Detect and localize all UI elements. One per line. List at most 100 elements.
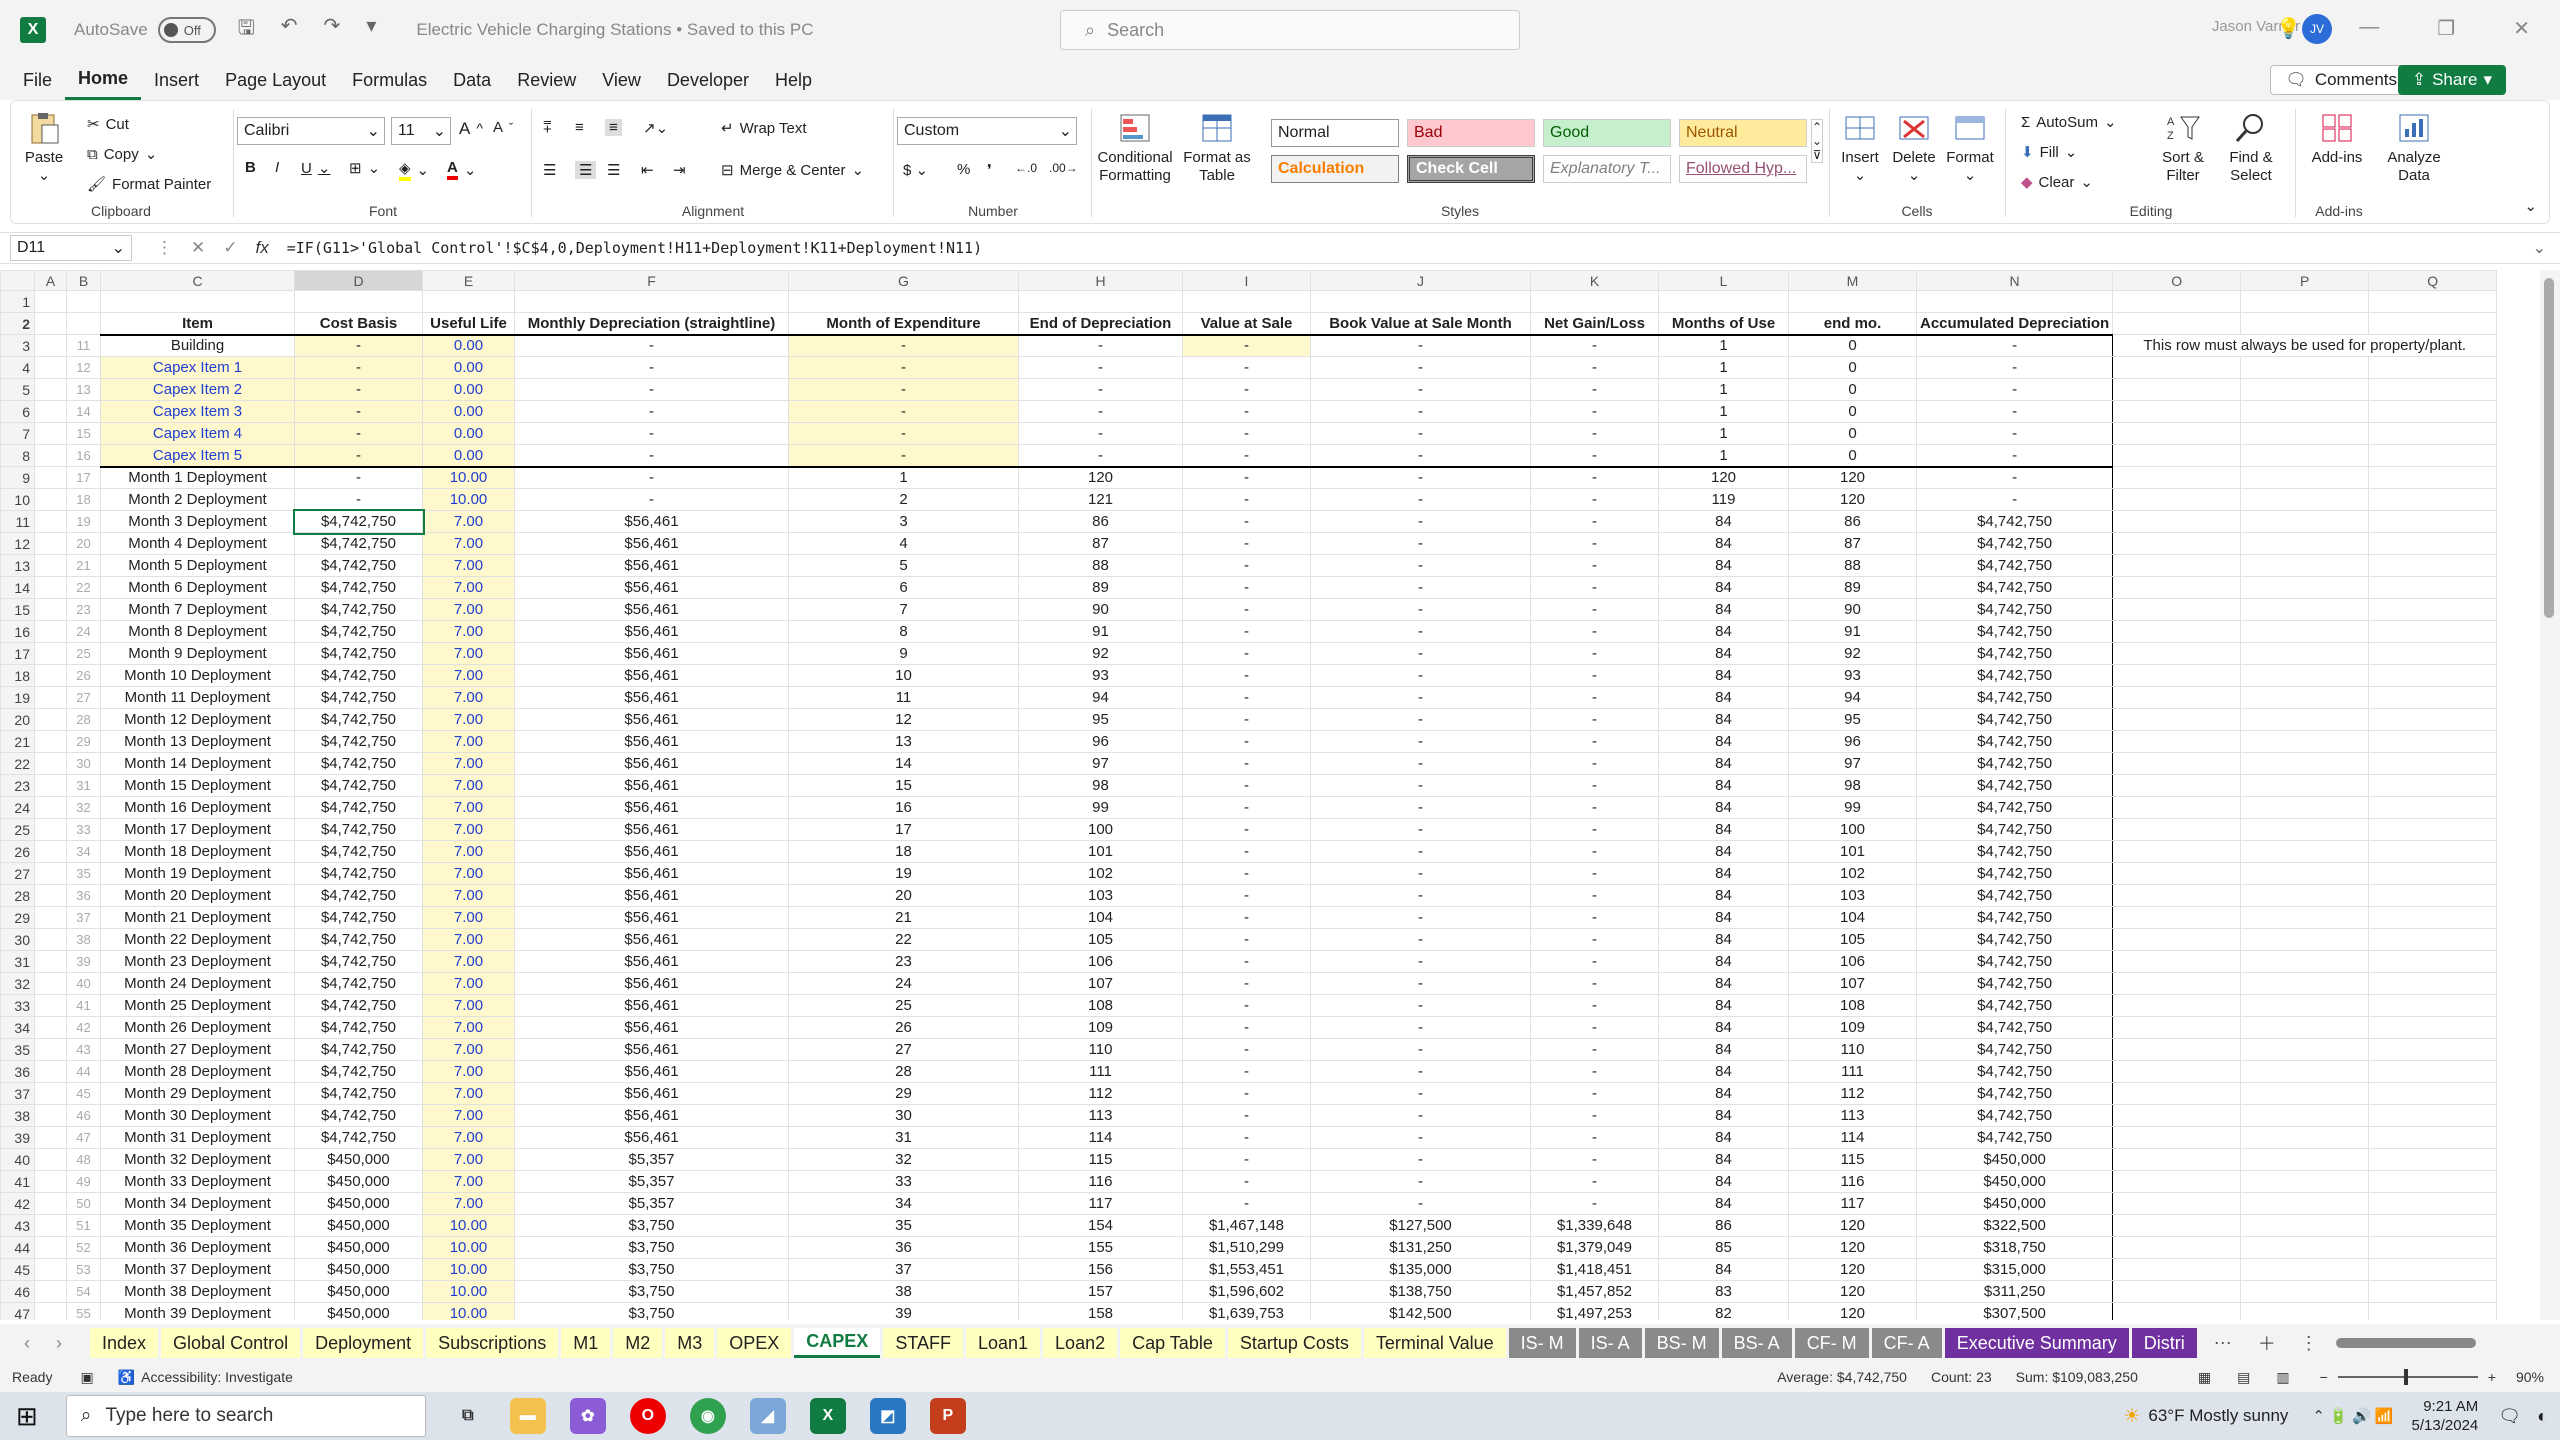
cell[interactable]: 103 <box>1018 884 1183 907</box>
zoom-in-icon[interactable]: + <box>2488 1369 2496 1385</box>
cell[interactable]: 24 <box>788 972 1019 995</box>
row-number-cell[interactable]: 29 <box>66 730 101 753</box>
cell[interactable]: 110 <box>1788 1038 1917 1061</box>
cell[interactable] <box>34 312 67 335</box>
collapse-ribbon-icon[interactable]: ⌄ <box>2524 197 2537 215</box>
cell[interactable] <box>2112 378 2242 401</box>
cell[interactable]: 101 <box>1018 840 1183 863</box>
sheet-tab[interactable]: Index <box>90 1328 159 1358</box>
cell[interactable]: Month 22 Deployment <box>100 928 295 951</box>
cell[interactable] <box>2368 1082 2498 1105</box>
cell[interactable]: 111 <box>1788 1060 1917 1083</box>
cell[interactable]: - <box>1915 488 2114 511</box>
merge-center-button[interactable]: ⊟ Merge & Center ⌄ <box>721 161 864 180</box>
cell[interactable]: $450,000 <box>1915 1192 2114 1215</box>
cell[interactable]: 84 <box>1658 1192 1789 1215</box>
row-header[interactable]: 36 <box>0 1060 35 1083</box>
cell[interactable]: 7 <box>788 598 1019 621</box>
cell[interactable]: 10.00 <box>422 488 515 511</box>
row-header[interactable]: 41 <box>0 1170 35 1193</box>
cell[interactable]: 95 <box>1018 708 1183 731</box>
cell[interactable]: - <box>1530 1082 1659 1105</box>
cell[interactable]: 109 <box>1018 1016 1183 1039</box>
cell[interactable]: Month 29 Deployment <box>100 1082 295 1105</box>
cell[interactable] <box>2240 840 2370 863</box>
cell[interactable]: 117 <box>1018 1192 1183 1215</box>
cell[interactable]: - <box>1530 862 1659 885</box>
cell[interactable]: 84 <box>1658 862 1789 885</box>
font-name-select[interactable]: Calibri ⌄ <box>237 117 385 145</box>
column-header[interactable]: G <box>788 270 1019 291</box>
cell[interactable]: 86 <box>1658 1214 1789 1237</box>
cell[interactable] <box>34 334 67 357</box>
cell[interactable]: 84 <box>1658 532 1789 555</box>
cell[interactable]: 91 <box>1018 620 1183 643</box>
cell[interactable]: 7.00 <box>422 708 515 731</box>
notification-icon[interactable]: 🗨 <box>2498 1406 2521 1427</box>
column-header[interactable]: F <box>514 270 789 291</box>
cell[interactable]: - <box>1182 906 1311 929</box>
cell[interactable]: 32 <box>788 1148 1019 1171</box>
undo-icon[interactable]: ↶ <box>281 13 298 47</box>
more-sheets-icon[interactable]: ⋯ <box>2214 1333 2232 1354</box>
cell[interactable]: - <box>1530 444 1659 468</box>
cell[interactable]: $4,742,750 <box>294 752 423 775</box>
cell[interactable]: 7.00 <box>422 1060 515 1083</box>
cell[interactable] <box>2368 1170 2498 1193</box>
cell[interactable]: Month 37 Deployment <box>100 1258 295 1281</box>
cell[interactable]: $4,742,750 <box>1915 1016 2114 1039</box>
column-header[interactable]: C <box>100 270 295 291</box>
cell[interactable]: $4,742,750 <box>1915 840 2114 863</box>
cell[interactable] <box>2368 1016 2498 1039</box>
align-left-icon[interactable]: ☰ <box>543 161 556 179</box>
tab-file[interactable]: File <box>10 60 65 100</box>
cell[interactable]: - <box>1310 774 1531 797</box>
column-header[interactable]: P <box>2240 270 2370 291</box>
cell[interactable] <box>2240 1038 2370 1061</box>
cell[interactable] <box>34 466 67 489</box>
row-header[interactable]: 22 <box>0 752 35 775</box>
currency-icon[interactable]: $ ⌄ <box>903 161 928 179</box>
cell[interactable]: 84 <box>1658 1016 1789 1039</box>
cell[interactable]: $4,742,750 <box>294 708 423 731</box>
column-header[interactable]: D <box>294 270 423 291</box>
row-number-cell[interactable]: 19 <box>66 510 101 533</box>
cell[interactable] <box>1788 290 1917 313</box>
cell[interactable] <box>2112 708 2242 731</box>
row-header[interactable]: 11 <box>0 510 35 533</box>
cell[interactable] <box>2368 708 2498 731</box>
cell[interactable]: - <box>1915 422 2114 445</box>
cell[interactable] <box>34 708 67 731</box>
add-sheet-icon[interactable]: ＋ <box>2258 1330 2276 1356</box>
sheet-tab[interactable]: BS- M <box>1644 1328 1719 1358</box>
row-number-cell[interactable]: 36 <box>66 884 101 907</box>
tab-home[interactable]: Home <box>65 60 142 100</box>
cell[interactable]: $4,742,750 <box>1915 554 2114 577</box>
cell[interactable]: $56,461 <box>514 554 789 577</box>
clear-button[interactable]: ◆ Clear ⌄ <box>2021 173 2093 192</box>
cell[interactable]: - <box>1310 906 1531 929</box>
cell[interactable]: 30 <box>788 1104 1019 1127</box>
cell[interactable]: 116 <box>1788 1170 1917 1193</box>
row-header[interactable]: 6 <box>0 400 35 423</box>
cell[interactable]: 157 <box>1018 1280 1183 1303</box>
cell[interactable]: - <box>1530 752 1659 775</box>
column-title[interactable]: End of Depreciation <box>1018 312 1183 336</box>
cell[interactable]: $3,750 <box>514 1280 789 1303</box>
cell[interactable]: - <box>1182 994 1311 1017</box>
cell[interactable]: - <box>1310 598 1531 621</box>
cell[interactable] <box>2112 1280 2242 1303</box>
tab-view[interactable]: View <box>589 60 654 100</box>
cell[interactable]: $1,639,753 <box>1182 1302 1311 1320</box>
comments-button[interactable]: 🗨 Comments <box>2270 65 2412 95</box>
cell[interactable] <box>34 730 67 753</box>
cell[interactable] <box>2112 1214 2242 1237</box>
cell[interactable] <box>2240 620 2370 643</box>
cell[interactable]: 31 <box>788 1126 1019 1149</box>
cell[interactable]: 90 <box>1018 598 1183 621</box>
cell[interactable]: - <box>1310 466 1531 489</box>
row-number-cell[interactable]: 38 <box>66 928 101 951</box>
cell[interactable]: 39 <box>788 1302 1019 1320</box>
cell[interactable] <box>2240 774 2370 797</box>
cell[interactable]: 0.00 <box>422 356 515 379</box>
